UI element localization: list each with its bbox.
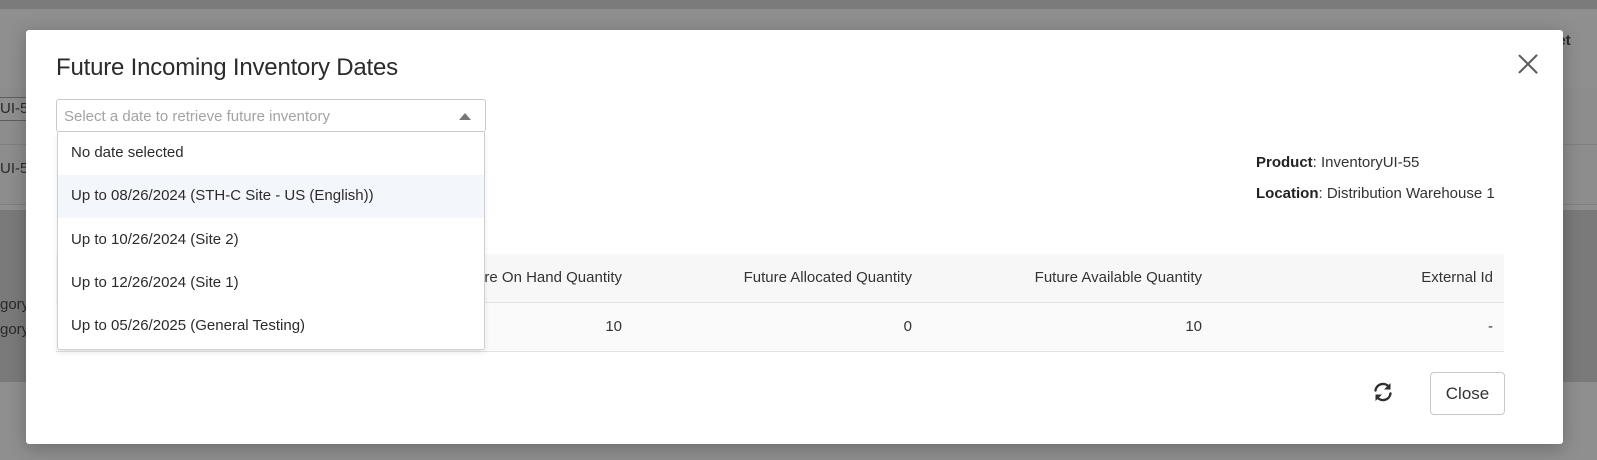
location-label: Location (1256, 185, 1319, 202)
location-value: : Distribution Warehouse 1 (1318, 185, 1495, 202)
location-info: Location: Distribution Warehouse 1 (1256, 185, 1495, 202)
dropdown-option[interactable]: Up to 08/26/2024 (STH-C Site - US (Engli… (58, 175, 484, 218)
column-header: Future Available Quantity (1034, 269, 1202, 286)
column-header: re On Hand Quantity (484, 269, 622, 286)
close-icon[interactable] (1513, 48, 1543, 78)
column-header: Future Allocated Quantity (743, 269, 912, 286)
product-info: Product: InventoryUI-55 (1256, 154, 1419, 171)
dropdown-option[interactable]: Up to 05/26/2025 (General Testing) (58, 305, 484, 348)
future-inventory-modal: Future Incoming Inventory Dates Select a… (26, 30, 1563, 444)
modal-title: Future Incoming Inventory Dates (56, 54, 398, 81)
column-header: External Id (1421, 269, 1493, 286)
background-cell: gory (0, 321, 30, 338)
table-cell: 10 (605, 318, 622, 335)
table-cell: - (1488, 318, 1493, 335)
refresh-icon[interactable] (1371, 380, 1395, 406)
dropdown-option[interactable]: Up to 12/26/2024 (Site 1) (58, 262, 484, 305)
background-cell: UI-5 (0, 100, 29, 117)
dropdown-option[interactable]: No date selected (58, 132, 484, 175)
dropdown-option[interactable]: Up to 10/26/2024 (Site 2) (58, 219, 484, 262)
background-cell: gory (0, 296, 30, 313)
background-header (0, 0, 1597, 9)
caret-up-icon (459, 113, 471, 120)
product-label: Product (1256, 154, 1313, 171)
date-select-placeholder: Select a date to retrieve future invento… (64, 108, 330, 125)
product-value: : InventoryUI-55 (1312, 154, 1420, 171)
date-dropdown: No date selected Up to 08/26/2024 (STH-C… (57, 132, 485, 350)
table-cell: 10 (1185, 318, 1202, 335)
date-select[interactable]: Select a date to retrieve future invento… (56, 99, 486, 132)
close-button[interactable]: Close (1430, 372, 1505, 415)
table-cell: 0 (903, 318, 912, 335)
